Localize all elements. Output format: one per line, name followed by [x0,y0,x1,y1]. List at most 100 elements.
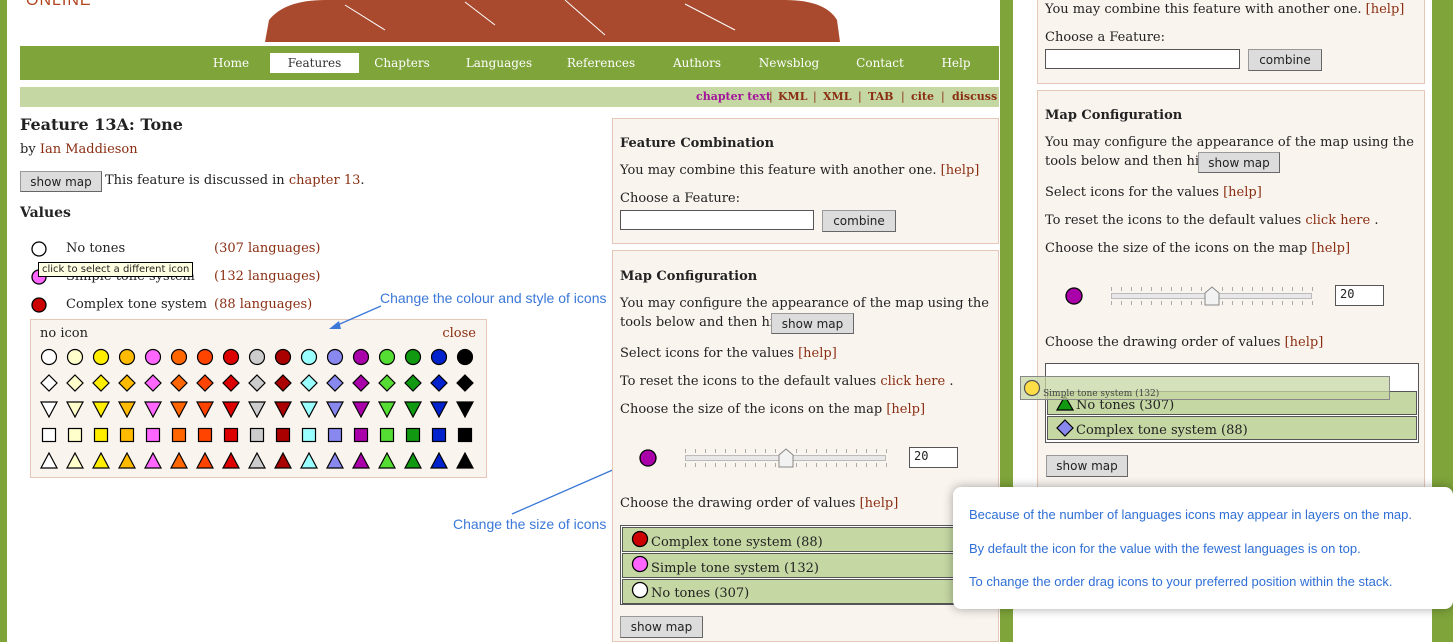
right-combination-help-link[interactable]: [help] [1366,2,1405,17]
picker-diamond-icon[interactable] [40,374,58,392]
value-count-simple[interactable]: (132 languages) [214,269,321,284]
subnav-chapter-text[interactable]: chapter text [696,90,771,103]
picker-triangle-down-icon[interactable] [248,400,266,418]
picker-diamond-icon[interactable] [404,374,422,392]
picker-square-icon[interactable] [222,426,240,444]
picker-triangle-up-icon[interactable] [196,452,214,470]
right-order-item-complex[interactable]: Complex tone system (88) [1047,416,1417,440]
picker-triangle-down-icon[interactable] [378,400,396,418]
picker-triangle-down-icon[interactable] [456,400,474,418]
picker-triangle-down-icon[interactable] [430,400,448,418]
picker-circle-icon[interactable] [118,348,136,366]
picker-circle-icon[interactable] [40,348,58,366]
picker-square-icon[interactable] [248,426,266,444]
value-count-complex[interactable]: (88 languages) [214,297,312,312]
picker-triangle-down-icon[interactable] [144,400,162,418]
picker-triangle-up-icon[interactable] [170,452,188,470]
picker-diamond-icon[interactable] [300,374,318,392]
picker-square-icon[interactable] [326,426,344,444]
picker-triangle-up-icon[interactable] [118,452,136,470]
picker-circle-icon[interactable] [248,348,266,366]
picker-diamond-icon[interactable] [222,374,240,392]
picker-square-icon[interactable] [92,426,110,444]
picker-circle-icon[interactable] [456,348,474,366]
choose-feature-input[interactable] [620,210,814,230]
picker-triangle-up-icon[interactable] [248,452,266,470]
drawing-order-help-link[interactable]: [help] [860,496,899,511]
picker-square-icon[interactable] [170,426,188,444]
nav-features[interactable]: Features [270,53,359,73]
nav-references[interactable]: References [563,53,639,73]
picker-square-icon[interactable] [66,426,84,444]
nav-home[interactable]: Home [206,53,256,73]
right-reset-click-here-link[interactable]: click here [1305,213,1370,228]
right-select-icons-help-link[interactable]: [help] [1223,185,1262,200]
nav-chapters[interactable]: Chapters [370,53,434,73]
picker-triangle-up-icon[interactable] [352,452,370,470]
picker-circle-icon[interactable] [430,348,448,366]
picker-triangle-up-icon[interactable] [378,452,396,470]
subnav-xml[interactable]: XML [823,90,851,103]
no-icon-option[interactable]: no icon [40,326,88,341]
order-item-simple[interactable]: Simple tone system (132) [622,553,958,578]
picker-square-icon[interactable] [404,426,422,444]
picker-triangle-up-icon[interactable] [430,452,448,470]
icon-size-slider[interactable] [685,446,887,470]
order-item-no-tones[interactable]: No tones (307) [622,579,958,604]
picker-triangle-down-icon[interactable] [300,400,318,418]
picker-triangle-down-icon[interactable] [196,400,214,418]
picker-diamond-icon[interactable] [170,374,188,392]
picker-square-icon[interactable] [118,426,136,444]
picker-circle-icon[interactable] [352,348,370,366]
icon-size-input[interactable]: 20 [909,447,958,468]
combination-help-link[interactable]: [help] [941,163,980,178]
picker-triangle-up-icon[interactable] [326,452,344,470]
picker-diamond-icon[interactable] [196,374,214,392]
right-icon-size-slider[interactable] [1111,284,1313,308]
picker-circle-icon[interactable] [170,348,188,366]
picker-triangle-up-icon[interactable] [66,452,84,470]
picker-triangle-down-icon[interactable] [352,400,370,418]
picker-close-link[interactable]: close [442,326,476,341]
right-config-show-map-button[interactable]: show map [1198,152,1280,173]
picker-triangle-down-icon[interactable] [170,400,188,418]
picker-triangle-down-icon[interactable] [66,400,84,418]
picker-square-icon[interactable] [352,426,370,444]
right-drawing-order-help-link[interactable]: [help] [1285,335,1324,350]
order-item-complex[interactable]: Complex tone system (88) [622,527,958,552]
picker-triangle-down-icon[interactable] [404,400,422,418]
picker-circle-icon[interactable] [222,348,240,366]
picker-diamond-icon[interactable] [66,374,84,392]
subnav-kml[interactable]: KML [778,90,807,103]
picker-diamond-icon[interactable] [456,374,474,392]
picker-circle-icon[interactable] [300,348,318,366]
reset-click-here-link[interactable]: click here [880,374,945,389]
picker-square-icon[interactable] [196,426,214,444]
picker-diamond-icon[interactable] [378,374,396,392]
picker-circle-icon[interactable] [144,348,162,366]
picker-triangle-up-icon[interactable] [300,452,318,470]
picker-circle-icon[interactable] [274,348,292,366]
picker-square-icon[interactable] [40,426,58,444]
nav-help[interactable]: Help [935,53,977,73]
picker-circle-icon[interactable] [404,348,422,366]
slider-thumb[interactable] [1204,286,1220,306]
picker-triangle-down-icon[interactable] [326,400,344,418]
picker-circle-icon[interactable] [326,348,344,366]
picker-triangle-down-icon[interactable] [222,400,240,418]
right-choose-feature-input[interactable] [1045,49,1240,69]
nav-contact[interactable]: Contact [850,53,910,73]
author-link[interactable]: Ian Maddieson [40,142,138,157]
picker-triangle-up-icon[interactable] [144,452,162,470]
picker-circle-icon[interactable] [66,348,84,366]
picker-diamond-icon[interactable] [92,374,110,392]
chapter-link[interactable]: chapter 13 [289,173,361,188]
right-icon-size-input[interactable]: 20 [1335,285,1384,306]
right-combine-button[interactable]: combine [1248,49,1322,71]
picker-square-icon[interactable] [456,426,474,444]
picker-diamond-icon[interactable] [118,374,136,392]
subnav-tab[interactable]: TAB [868,90,893,103]
picker-diamond-icon[interactable] [352,374,370,392]
picker-triangle-down-icon[interactable] [40,400,58,418]
combine-button[interactable]: combine [822,210,896,232]
